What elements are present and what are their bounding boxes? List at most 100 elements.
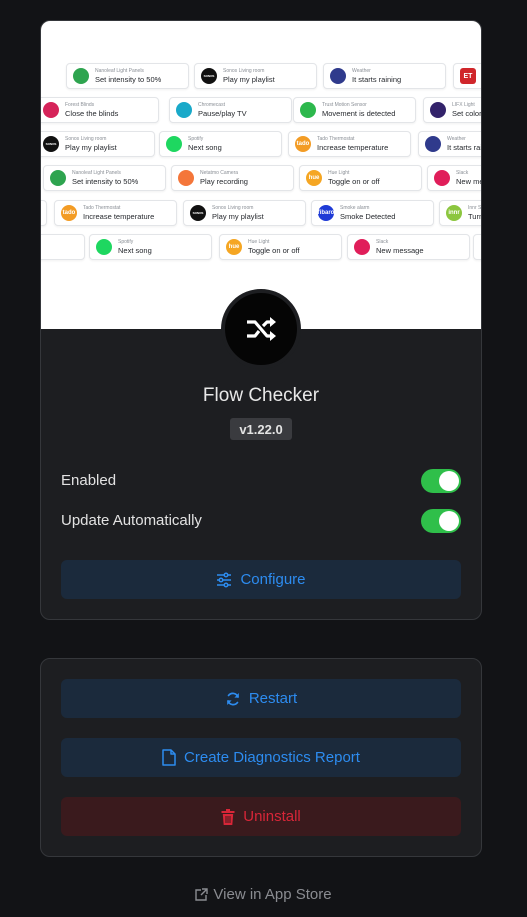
flow-action: Increase temperature bbox=[317, 142, 389, 152]
flow-card: fibaro Smoke alarm Smoke Detected bbox=[311, 200, 434, 226]
flow-action: Play my playlist bbox=[212, 211, 264, 221]
flow-card: tado Tado Thermostat Increase temperature bbox=[54, 200, 177, 226]
flow-card: SONOS Sonos Living room Play my playlist bbox=[183, 200, 306, 226]
enabled-toggle[interactable] bbox=[421, 469, 461, 493]
toggle-knob bbox=[439, 511, 459, 531]
device-name: LIFX Light bbox=[452, 101, 475, 108]
device-name: Spotify bbox=[118, 238, 134, 245]
flow-action: Movement is detected bbox=[322, 108, 396, 118]
device-name: Tado Thermostat bbox=[317, 135, 355, 142]
flow-card: Forest Blinds Close the blinds bbox=[41, 97, 159, 123]
flow-card: Spotify Next song bbox=[159, 131, 282, 157]
device-icon: innr bbox=[446, 205, 462, 221]
flow-action: Play my playlist bbox=[65, 142, 117, 152]
app-detail-card: Nanoleaf Light Panels Set intensity to 50… bbox=[40, 20, 482, 620]
flow-card: SONOS Sonos Living room Play my playlist bbox=[41, 131, 155, 157]
device-icon: SONOS bbox=[201, 68, 217, 84]
flow-card-partial bbox=[41, 234, 85, 260]
flow-action: Next song bbox=[188, 142, 222, 152]
device-icon: ET bbox=[460, 68, 476, 84]
flow-checker-app-icon bbox=[221, 289, 301, 369]
flow-action: Increase temperature bbox=[83, 211, 155, 221]
device-icon bbox=[176, 102, 192, 118]
create-diagnostics-report-label: Create Diagnostics Report bbox=[184, 749, 360, 766]
flow-card-partial bbox=[41, 200, 47, 226]
restart-label: Restart bbox=[248, 690, 298, 707]
flow-action: Toggle on or off bbox=[328, 176, 380, 186]
device-name: Innr S bbox=[468, 204, 481, 211]
flow-action: Close the blinds bbox=[65, 108, 119, 118]
flow-card-partial bbox=[473, 234, 481, 260]
flow-action: Toggle on or off bbox=[248, 245, 300, 255]
flow-action: Smoke Detected bbox=[340, 211, 396, 221]
flow-card: Chromecast Pause/play TV bbox=[169, 97, 292, 123]
device-name: Hue Light bbox=[328, 169, 350, 176]
device-name: Slack bbox=[376, 238, 389, 245]
flow-action: Pause/play TV bbox=[198, 108, 247, 118]
flow-card: tado Tado Thermostat Increase temperature bbox=[288, 131, 411, 157]
external-link-icon bbox=[195, 888, 209, 901]
flow-action: Next song bbox=[118, 245, 152, 255]
version-badge: v1.22.0 bbox=[230, 418, 292, 440]
device-icon: tado bbox=[61, 205, 77, 221]
flow-card: hue Hue Light Toggle on or off bbox=[219, 234, 342, 260]
uninstall-button[interactable]: Uninstall bbox=[61, 797, 461, 836]
restart-button[interactable]: Restart bbox=[61, 679, 461, 718]
flow-card: Spotify Next song bbox=[89, 234, 212, 260]
device-name: Smoke alarm bbox=[340, 204, 370, 211]
device-name: Tado Thermostat bbox=[83, 204, 121, 211]
device-icon: fibaro bbox=[318, 205, 334, 221]
flow-card: LIFX LightSet color t bbox=[423, 97, 481, 123]
device-icon bbox=[330, 68, 346, 84]
update-automatically-toggle[interactable] bbox=[421, 509, 461, 533]
create-diagnostics-report-button[interactable]: Create Diagnostics Report bbox=[61, 738, 461, 777]
flow-action: Set color t bbox=[452, 108, 481, 118]
flow-action: Set intensity to 50% bbox=[95, 74, 162, 84]
device-name: Weather bbox=[447, 135, 466, 142]
flow-action: It starts raining bbox=[352, 74, 402, 84]
device-name: Sonos Living room bbox=[212, 204, 254, 211]
shuffle-arrows-icon bbox=[247, 317, 276, 341]
update-automatically-label: Update Automatically bbox=[61, 512, 202, 529]
flow-card: SONOS Sonos Living room Play my playlist bbox=[194, 63, 317, 89]
device-name: Forest Blinds bbox=[65, 101, 95, 108]
device-name: Slack bbox=[456, 169, 469, 176]
device-name: Sonos Living room bbox=[223, 67, 265, 74]
device-name: Sonos Living room bbox=[65, 135, 107, 142]
device-icon: hue bbox=[306, 170, 322, 186]
device-icon bbox=[43, 102, 59, 118]
flow-action: New mes bbox=[456, 176, 481, 186]
device-icon bbox=[354, 239, 370, 255]
toggle-knob bbox=[439, 471, 459, 491]
device-name: Trust Motion Sensor bbox=[322, 101, 367, 108]
flow-card: Slack New message bbox=[347, 234, 470, 260]
device-icon bbox=[425, 136, 441, 152]
device-icon bbox=[50, 170, 66, 186]
device-icon bbox=[430, 102, 446, 118]
flow-card: WeatherIt starts rain bbox=[418, 131, 481, 157]
actions-card: Restart Create Diagnostics Report Uninst… bbox=[40, 658, 482, 857]
device-icon bbox=[96, 239, 112, 255]
device-icon: SONOS bbox=[190, 205, 206, 221]
device-name: Nanoleaf Light Panels bbox=[72, 169, 121, 176]
flow-action: Play my playlist bbox=[223, 74, 275, 84]
app-title: Flow Checker bbox=[202, 385, 320, 406]
enabled-label: Enabled bbox=[61, 472, 117, 489]
configure-button[interactable]: Configure bbox=[61, 560, 461, 599]
view-in-app-store-link[interactable]: View in App Store bbox=[0, 886, 527, 903]
view-in-app-store-label: View in App Store bbox=[213, 886, 332, 903]
flow-card: Weather It starts raining bbox=[323, 63, 446, 89]
device-icon bbox=[434, 170, 450, 186]
trash-icon bbox=[221, 808, 235, 825]
device-name: Nanoleaf Light Panels bbox=[95, 67, 144, 74]
device-icon bbox=[300, 102, 316, 118]
flow-action: It starts rain bbox=[447, 142, 481, 152]
flow-action: New message bbox=[376, 245, 424, 255]
device-name: Weather bbox=[352, 67, 371, 74]
flow-action: Play recording bbox=[200, 176, 248, 186]
sliders-icon bbox=[217, 571, 232, 588]
configure-label: Configure bbox=[240, 571, 306, 588]
flow-card: SlackNew mes bbox=[427, 165, 481, 191]
refresh-icon bbox=[226, 692, 239, 705]
device-icon bbox=[166, 136, 182, 152]
